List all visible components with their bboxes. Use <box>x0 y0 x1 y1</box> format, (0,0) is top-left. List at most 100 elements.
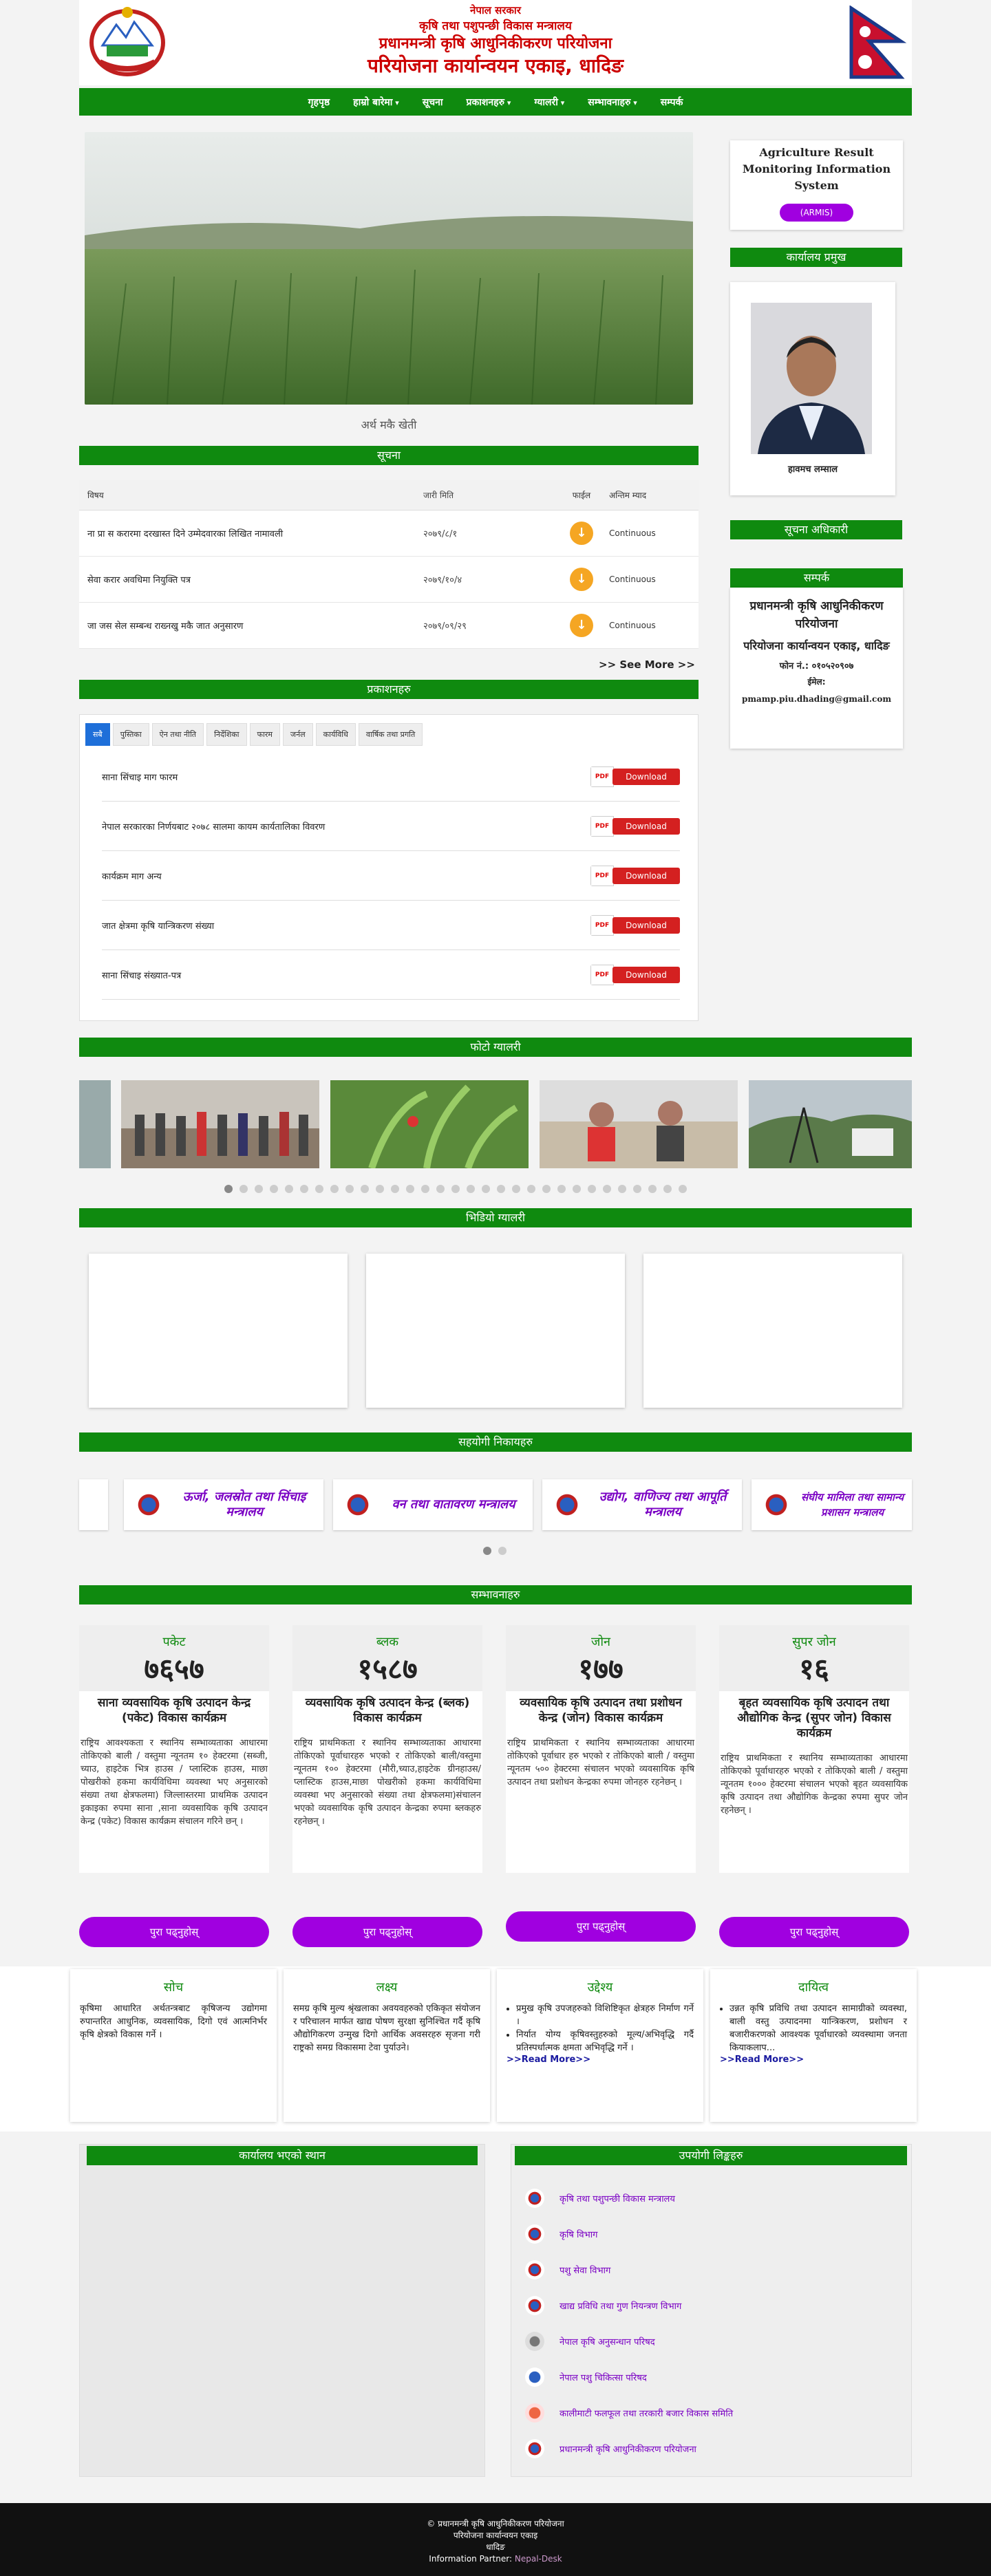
download-button[interactable]: PDF Download <box>590 964 680 985</box>
pagination-dot[interactable] <box>406 1185 414 1193</box>
video-embed[interactable] <box>643 1254 902 1408</box>
pagination-dot[interactable] <box>663 1185 672 1193</box>
pagination-dot[interactable] <box>557 1185 566 1193</box>
pagination-dot[interactable] <box>270 1185 278 1193</box>
download-button[interactable]: PDF Download <box>590 865 680 886</box>
pagination-dot[interactable] <box>527 1185 535 1193</box>
tab-journal[interactable]: जर्नल <box>282 723 313 746</box>
gallery-photo[interactable] <box>79 1080 111 1168</box>
pagination-dot[interactable] <box>255 1185 263 1193</box>
download-button[interactable]: PDF Download <box>590 815 680 837</box>
pagination-dot[interactable] <box>573 1185 581 1193</box>
pagination-dot[interactable] <box>542 1185 551 1193</box>
useful-link[interactable]: खाद्य प्रविधि तथा गुण नियन्त्रण विभाग <box>525 2296 681 2315</box>
pagination-dot[interactable] <box>633 1185 641 1193</box>
tab-all[interactable]: सबै <box>85 723 110 746</box>
gallery-photo[interactable] <box>330 1080 529 1170</box>
pagination-dot[interactable] <box>498 1547 507 1555</box>
video-embed[interactable] <box>366 1254 625 1408</box>
nav-potentials[interactable]: सम्भावनाहरु <box>588 96 637 109</box>
pagination-dot[interactable] <box>648 1185 657 1193</box>
pagination-dot[interactable] <box>603 1185 611 1193</box>
download-icon[interactable]: ↓ <box>570 568 593 591</box>
pagination-dot[interactable] <box>618 1185 626 1193</box>
pagination-dot[interactable] <box>483 1547 491 1555</box>
notice-title[interactable]: ना प्रा स करारमा दरखास्त दिने उम्मेदवारक… <box>79 527 423 539</box>
download-button[interactable]: PDF Download <box>590 914 680 936</box>
gallery-photo[interactable] <box>749 1080 912 1168</box>
pagination-dot[interactable] <box>361 1185 369 1193</box>
pagination-dot[interactable] <box>679 1185 687 1193</box>
pagination-dot[interactable] <box>300 1185 308 1193</box>
table-row[interactable]: ना प्रा स करारमा दरखास्त दिने उम्मेदवारक… <box>79 511 699 557</box>
partner-link[interactable]: Nepal-Desk <box>515 2554 562 2564</box>
pagination-dot[interactable] <box>421 1185 429 1193</box>
nav-home[interactable]: गृहपृष्ठ <box>308 96 330 109</box>
partner-card[interactable]: संघीय मामिला तथा सामान्य प्रशासन मन्त्रा… <box>752 1479 912 1530</box>
partner-card[interactable] <box>79 1479 108 1530</box>
pagination-dot[interactable] <box>345 1185 354 1193</box>
tab-procedures[interactable]: कार्यविधि <box>315 723 356 746</box>
hero-slider-image[interactable] <box>85 132 693 405</box>
see-more-link[interactable]: >> See More >> <box>599 658 695 671</box>
pagination-dot[interactable] <box>588 1185 596 1193</box>
tab-annual-progress[interactable]: वार्षिक तथा प्रगति <box>358 723 423 746</box>
nav-publications[interactable]: प्रकाशनहरु <box>467 96 511 109</box>
nav-notice[interactable]: सूचना <box>423 96 443 109</box>
notice-title[interactable]: जा जस सेल सम्बन्ध राख्नखु मकै जात अनुसार… <box>79 619 423 632</box>
table-row[interactable]: सेवा करार अवधिमा नियुक्ति पत्र २०७९/१०/४… <box>79 557 699 603</box>
nav-gallery[interactable]: ग्यालरी <box>534 96 564 109</box>
download-button[interactable]: PDF Download <box>590 766 680 787</box>
read-more-button[interactable]: पुरा पढ्नुहोस् <box>79 1917 269 1947</box>
read-more-button[interactable]: पुरा पढ्नुहोस् <box>506 1911 696 1942</box>
info-officer-heading: सूचना अधिकारी <box>730 520 902 539</box>
gallery-photo[interactable] <box>540 1080 738 1168</box>
nav-contact[interactable]: सम्पर्क <box>661 96 683 109</box>
tab-forms[interactable]: फारम <box>249 723 280 746</box>
read-more-link[interactable]: >>Read More>> <box>507 2054 694 2065</box>
pagination-dot[interactable] <box>285 1185 293 1193</box>
read-more-button[interactable]: पुरा पढ्नुहोस् <box>719 1917 909 1947</box>
tab-booklet[interactable]: पुस्तिका <box>112 723 149 746</box>
pagination-dot[interactable] <box>315 1185 323 1193</box>
useful-link[interactable]: पशु सेवा विभाग <box>525 2260 610 2279</box>
read-more-button[interactable]: पुरा पढ्नुहोस् <box>292 1917 482 1947</box>
download-icon[interactable]: ↓ <box>570 522 593 545</box>
video-embed[interactable] <box>89 1254 348 1408</box>
pagination-dot[interactable] <box>391 1185 399 1193</box>
armis-button[interactable]: (ARMIS) <box>779 204 854 222</box>
partner-card[interactable]: वन तथा वातावरण मन्त्रालय <box>333 1479 533 1530</box>
contact-email[interactable]: pmamp.piu.dhading@gmail.com <box>730 694 903 704</box>
useful-link[interactable]: प्रधानमन्त्री कृषि आधुनिकीकरण परियोजना <box>525 2439 696 2458</box>
partner-card[interactable]: ऊर्जा, जलस्रोत तथा सिंचाइ मन्त्रालय <box>124 1479 323 1530</box>
pagination-dot[interactable] <box>467 1185 475 1193</box>
gallery-photo[interactable] <box>121 1080 319 1168</box>
download-icon[interactable]: ↓ <box>570 614 593 637</box>
pagination-dot[interactable] <box>376 1185 384 1193</box>
useful-link[interactable]: कृषि विभाग <box>525 2224 597 2244</box>
pagination-dot[interactable] <box>451 1185 460 1193</box>
notice-title[interactable]: सेवा करार अवधिमा नियुक्ति पत्र <box>79 573 423 586</box>
nav-about[interactable]: हाम्रो बारेमा <box>353 96 399 109</box>
read-more-link[interactable]: >>Read More>> <box>720 2054 907 2065</box>
partner-card[interactable]: उद्योग, वाणिज्य तथा आपूर्ति मन्त्रालय <box>542 1479 742 1530</box>
table-row[interactable]: जा जस सेल सम्बन्ध राख्नखु मकै जात अनुसार… <box>79 603 699 649</box>
pagination-dot[interactable] <box>224 1185 233 1193</box>
pagination-dot[interactable] <box>497 1185 505 1193</box>
useful-link[interactable]: नेपाल पशु चिकित्सा परिषद <box>525 2368 647 2387</box>
tab-acts-policies[interactable]: ऐन तथा नीति <box>151 723 204 746</box>
office-map[interactable]: कार्यालय भएको स्थान <box>79 2144 485 2477</box>
slider-caption: अर्थ मकै खेती <box>361 418 417 431</box>
useful-link[interactable]: कालीमाटी फलफूल तथा तरकारी बजार विकास समि… <box>525 2403 733 2423</box>
useful-link[interactable]: नेपाल कृषि अनुसन्धान परिषद <box>525 2332 655 2351</box>
pagination-dot[interactable] <box>482 1185 490 1193</box>
pagination-dot[interactable] <box>436 1185 445 1193</box>
pagination-dot[interactable] <box>512 1185 520 1193</box>
publication-title: कार्यक्रम माग अन्य <box>102 871 162 882</box>
pagination-dot[interactable] <box>239 1185 248 1193</box>
pagination-dot[interactable] <box>330 1185 339 1193</box>
useful-link[interactable]: कृषि तथा पशुपन्छी विकास मन्त्रालय <box>525 2189 675 2208</box>
notice-table-header: विषय जारी मिति फाईल अन्तिम म्याद <box>79 480 699 511</box>
tab-guidelines[interactable]: निर्देशिका <box>206 723 247 746</box>
objective-card: उद्देश्य प्रमुख कृषि उपजहरुको विशिष्टिकृ… <box>497 1969 703 2122</box>
